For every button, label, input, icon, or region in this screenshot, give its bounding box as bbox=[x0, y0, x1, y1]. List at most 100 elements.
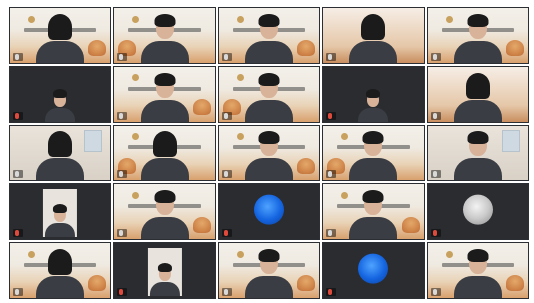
person-avatar bbox=[32, 130, 88, 181]
avatar-icon bbox=[358, 253, 389, 284]
participant-name-tag bbox=[13, 170, 23, 179]
mic-icon bbox=[432, 288, 437, 295]
decorative-plant bbox=[401, 216, 420, 233]
participant-name-tag bbox=[13, 287, 23, 296]
video-gallery bbox=[9, 7, 529, 299]
person-avatar bbox=[241, 72, 297, 122]
person-hair bbox=[154, 72, 176, 86]
person-hair bbox=[467, 13, 489, 27]
participant-tile[interactable] bbox=[9, 65, 112, 123]
participant-tile[interactable] bbox=[426, 65, 529, 123]
participant-tile[interactable] bbox=[322, 7, 425, 64]
participant-tile[interactable] bbox=[426, 124, 529, 182]
participant-tile[interactable] bbox=[113, 183, 216, 241]
person-avatar bbox=[450, 72, 506, 122]
participant-name-tag bbox=[221, 170, 232, 179]
participant-name-tag bbox=[13, 111, 23, 120]
participant-name-tag bbox=[430, 287, 441, 296]
participant-tile[interactable] bbox=[426, 242, 529, 299]
mic-icon bbox=[223, 53, 228, 60]
participant-tile[interactable] bbox=[113, 242, 216, 299]
mic-icon bbox=[15, 171, 19, 178]
participant-tile[interactable] bbox=[113, 7, 216, 64]
person-hair bbox=[48, 13, 73, 40]
decorative-plant bbox=[505, 275, 524, 292]
participant-tile[interactable] bbox=[217, 183, 321, 241]
participant-name-tag bbox=[117, 52, 128, 61]
participant-name-tag bbox=[326, 287, 337, 296]
person-body bbox=[140, 99, 189, 122]
portrait-video bbox=[147, 247, 183, 296]
participant-tile[interactable] bbox=[113, 124, 216, 182]
participant-tile[interactable] bbox=[426, 183, 529, 241]
person-body bbox=[36, 40, 85, 63]
participant-tile[interactable] bbox=[9, 183, 112, 241]
person-avatar bbox=[450, 248, 506, 298]
person-hair bbox=[48, 248, 73, 275]
person-body bbox=[45, 222, 76, 237]
person-hair bbox=[467, 131, 489, 145]
participant-name-tag bbox=[430, 52, 441, 61]
decorative-plant bbox=[297, 40, 316, 57]
participant-name-tag bbox=[326, 111, 337, 120]
person-avatar bbox=[137, 130, 193, 181]
mic-muted-icon bbox=[119, 288, 124, 295]
person-hair bbox=[258, 131, 280, 145]
person-hair bbox=[258, 248, 280, 262]
person-body bbox=[140, 40, 189, 63]
person-body bbox=[244, 275, 293, 298]
participant-name-tag bbox=[430, 170, 441, 179]
person-body bbox=[140, 158, 189, 181]
mic-icon bbox=[119, 171, 124, 178]
person-hair bbox=[258, 72, 280, 86]
person-hair bbox=[467, 248, 489, 262]
participant-tile[interactable] bbox=[322, 124, 425, 182]
person-body bbox=[36, 158, 85, 181]
person-body bbox=[453, 158, 502, 181]
mic-muted-icon bbox=[15, 112, 19, 119]
participant-name-tag bbox=[326, 52, 337, 61]
person-body bbox=[244, 158, 293, 181]
person-body bbox=[349, 217, 398, 240]
mic-muted-icon bbox=[15, 230, 19, 237]
participant-tile[interactable] bbox=[9, 242, 112, 299]
participant-name-tag bbox=[221, 52, 232, 61]
participant-name-tag bbox=[13, 52, 23, 61]
participant-tile[interactable] bbox=[322, 65, 425, 123]
participant-name-tag bbox=[326, 229, 337, 238]
person-body bbox=[349, 158, 398, 181]
decorative-plant bbox=[505, 40, 524, 57]
participant-tile[interactable] bbox=[322, 242, 425, 299]
person-body bbox=[244, 99, 293, 122]
participant-tile[interactable] bbox=[322, 183, 425, 241]
participant-tile[interactable] bbox=[9, 7, 112, 64]
mic-icon bbox=[223, 171, 228, 178]
person-avatar bbox=[137, 72, 193, 122]
portrait-video bbox=[42, 188, 78, 237]
participant-tile[interactable] bbox=[217, 124, 321, 182]
participant-name-tag bbox=[221, 111, 232, 120]
decorative-plant bbox=[88, 40, 107, 57]
decorative-plant bbox=[192, 216, 211, 233]
participant-tile[interactable] bbox=[217, 242, 321, 299]
participant-name-tag bbox=[430, 229, 441, 238]
participant-tile[interactable] bbox=[426, 7, 529, 64]
participant-name-tag bbox=[117, 229, 128, 238]
person-avatar bbox=[355, 88, 391, 122]
person-body bbox=[36, 275, 85, 298]
mic-muted-icon bbox=[432, 230, 437, 237]
participant-tile[interactable] bbox=[113, 65, 216, 123]
participant-tile[interactable] bbox=[217, 65, 321, 123]
decorative-plant bbox=[192, 99, 211, 116]
person-avatar bbox=[241, 248, 297, 298]
person-avatar bbox=[42, 88, 78, 122]
person-avatar bbox=[450, 13, 506, 63]
person-hair bbox=[362, 131, 384, 145]
person-avatar bbox=[450, 130, 506, 181]
participant-tile[interactable] bbox=[217, 7, 321, 64]
mic-icon bbox=[119, 53, 124, 60]
person-avatar bbox=[42, 203, 78, 237]
participant-tile[interactable] bbox=[9, 124, 112, 182]
person-avatar bbox=[147, 262, 183, 296]
mic-icon bbox=[432, 53, 437, 60]
